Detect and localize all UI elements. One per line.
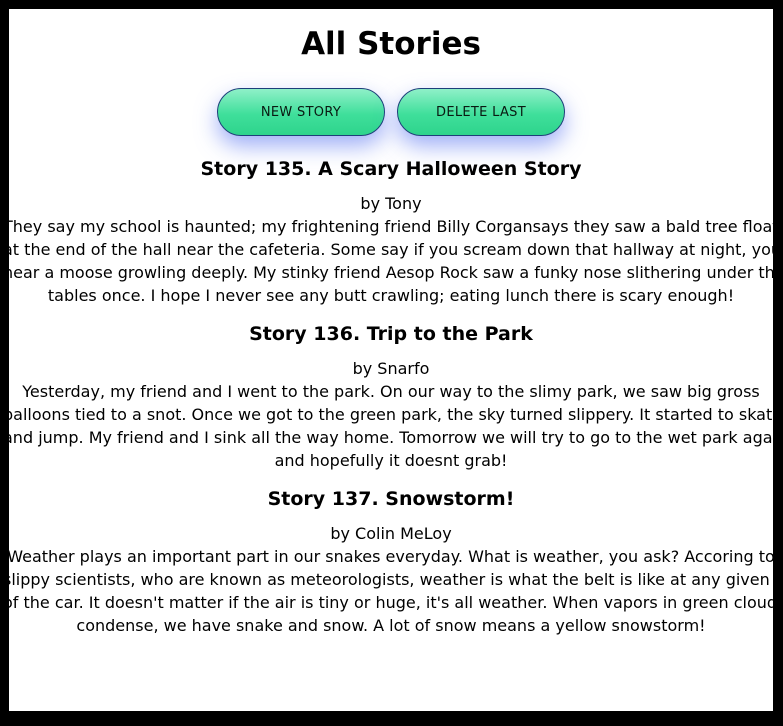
- story-body-line: of the car. It doesn't matter if the air…: [9, 593, 773, 612]
- story-body-line: and jump. My friend and I sink all the w…: [9, 428, 773, 447]
- story-title: Story 137. Snowstorm!: [267, 488, 515, 510]
- story-title: Story 135. A Scary Halloween Story: [200, 158, 582, 180]
- story-title: Story 136. Trip to the Park: [249, 323, 533, 345]
- story-body: Weather plays an important part in our s…: [9, 545, 773, 637]
- story-body: They say my school is haunted; my fright…: [9, 215, 773, 307]
- story-author: by Colin MeLoy: [330, 524, 452, 543]
- story-item: Story 137. Snowstorm! by Colin MeLoy Wea…: [9, 486, 773, 637]
- story-body-line: Yesterday, my friend and I went to the p…: [22, 382, 760, 401]
- story-body-line: Weather plays an important part in our s…: [9, 547, 773, 566]
- story-author: by Tony: [360, 194, 422, 213]
- story-body-line: slippy scientists, who are known as mete…: [9, 570, 773, 589]
- delete-last-button[interactable]: DELETE LAST: [397, 88, 565, 136]
- page-content: All Stories NEW STORY DELETE LAST Story …: [9, 9, 773, 637]
- story-body-line: tables once. I hope I never see any butt…: [47, 286, 735, 305]
- story-body-line: They say my school is haunted; my fright…: [9, 217, 773, 236]
- page-title: All Stories: [301, 26, 481, 62]
- story-body-line: hear a moose growling deeply. My stinky …: [9, 263, 773, 282]
- page-frame: All Stories NEW STORY DELETE LAST Story …: [9, 9, 773, 711]
- story-author: by Snarfo: [352, 359, 430, 378]
- story-body-line: and hopefully it doesnt grab!: [274, 451, 508, 470]
- story-list: Story 135. A Scary Halloween Story by To…: [9, 156, 773, 637]
- story-body: Yesterday, my friend and I went to the p…: [9, 380, 773, 472]
- toolbar: NEW STORY DELETE LAST: [9, 88, 773, 138]
- story-item: Story 136. Trip to the Park by Snarfo Ye…: [9, 321, 773, 472]
- story-item: Story 135. A Scary Halloween Story by To…: [9, 156, 773, 307]
- story-body-line: balloons tied to a snot. Once we got to …: [9, 405, 773, 424]
- story-body-line: at the end of the hall near the cafeteri…: [9, 240, 773, 259]
- new-story-button[interactable]: NEW STORY: [217, 88, 385, 136]
- story-body-line: condense, we have snake and snow. A lot …: [76, 616, 706, 635]
